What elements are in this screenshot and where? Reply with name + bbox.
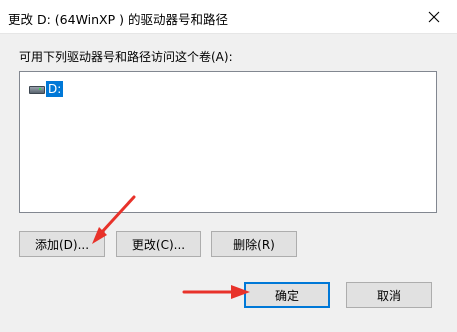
change-button[interactable]: 更改(C)...: [116, 231, 201, 257]
volume-access-label: 可用下列驱动器号和路径访问这个卷(A):: [19, 50, 233, 64]
ok-button[interactable]: 确定: [244, 282, 330, 308]
close-icon: [428, 11, 440, 22]
add-button[interactable]: 添加(D)...: [19, 231, 105, 257]
list-item[interactable]: D:: [28, 80, 64, 98]
dialog-window: 更改 D: (64WinXP ) 的驱动器号和路径 可用下列驱动器号和路径访问这…: [0, 0, 457, 332]
drive-letter-label: D:: [46, 81, 64, 97]
dialog-title: 更改 D: (64WinXP ) 的驱动器号和路径: [8, 12, 228, 27]
remove-button[interactable]: 删除(R): [211, 231, 297, 257]
drive-path-list[interactable]: D:: [19, 71, 437, 213]
title-bar: 更改 D: (64WinXP ) 的驱动器号和路径: [0, 0, 457, 34]
close-button[interactable]: [411, 0, 457, 33]
drive-icon: [28, 83, 45, 95]
cancel-button[interactable]: 取消: [346, 282, 432, 308]
